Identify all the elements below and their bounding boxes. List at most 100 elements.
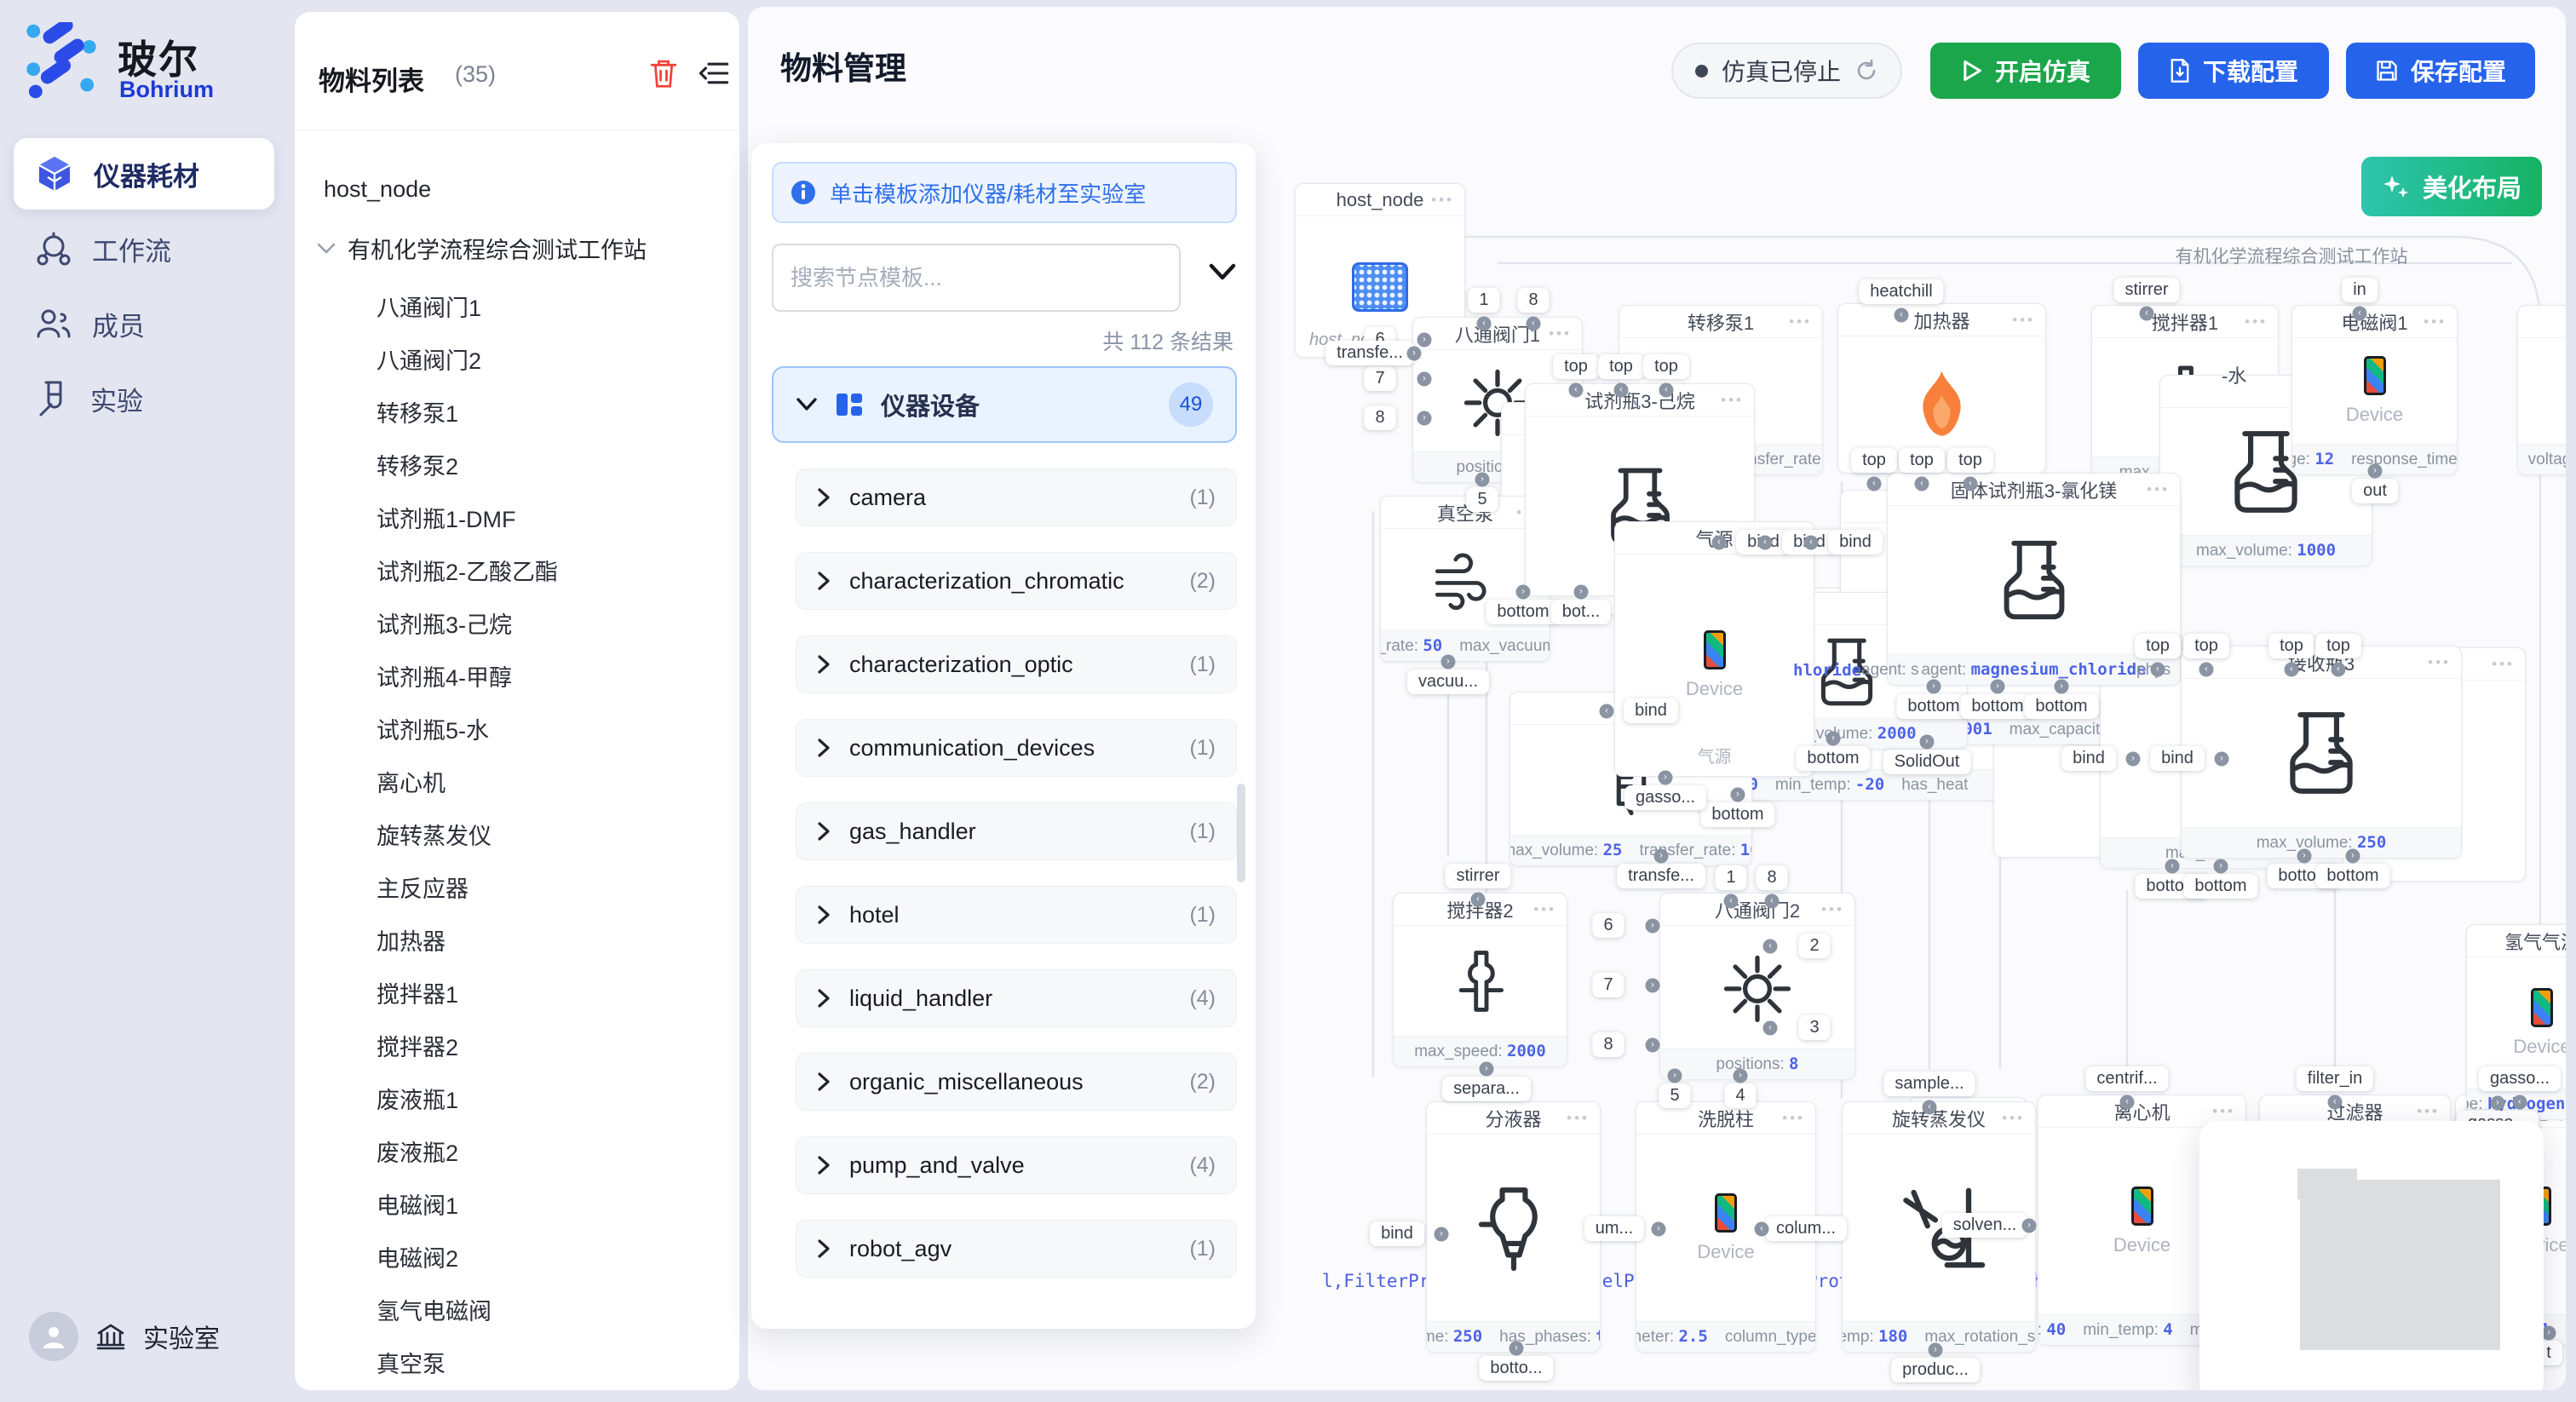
port-bubble[interactable]: ‹ [2513,1095,2527,1110]
port-bubble[interactable]: ‹ [1471,893,1486,907]
node-menu-icon[interactable]: ••• [2428,646,2451,679]
canvas-node[interactable]: voltage: 12 [2517,305,2566,475]
template-row-communication_devices[interactable]: communication_devices(1) [796,719,1237,777]
port-bubble[interactable]: ‹ [1477,317,1492,331]
port-bubble[interactable]: ‹ [1600,704,1614,719]
port-bubble[interactable]: › [2214,859,2228,874]
port-bubble[interactable]: › [1646,919,1660,934]
port-bubble[interactable]: ‹ [1763,1021,1778,1036]
category-instruments[interactable]: 仪器设备 49 [772,366,1237,443]
node-menu-icon[interactable]: ••• [1431,184,1454,216]
port-bubble[interactable]: › [1927,680,1941,694]
tree-item[interactable]: 八通阀门1 [377,290,481,323]
port-bubble[interactable]: ‹ [2199,663,2214,677]
template-row-organic_miscellaneous[interactable]: organic_miscellaneous(2) [796,1053,1237,1111]
trash-icon[interactable] [649,58,678,89]
tree-item[interactable]: 氢气电磁阀 [377,1293,492,1326]
node-menu-icon[interactable]: ••• [2492,648,2515,681]
user-avatar[interactable] [29,1312,78,1361]
sidebar-item-1[interactable]: 仪器耗材 [14,138,274,210]
port-bubble[interactable]: ‹ [2120,1095,2135,1110]
port-bubble[interactable]: ‹ [1867,477,1882,491]
node-menu-icon[interactable]: ••• [2424,306,2447,338]
tree-item[interactable]: 加热器 [377,923,446,957]
sidebar-item-4[interactable]: 实验 [14,363,274,434]
port-bubble[interactable]: › [2346,849,2360,864]
port-bubble[interactable]: ‹ [1765,894,1780,909]
tree-item[interactable]: 试剂瓶3-己烷 [377,606,512,640]
canvas-node-气源[interactable]: 气源•••Device气源 [1614,521,1814,777]
tree-item[interactable]: 真空泵 [377,1346,446,1379]
port-bubble[interactable]: ‹ [1964,477,1978,491]
port-bubble[interactable]: › [1659,771,1673,785]
port-bubble[interactable]: › [2368,464,2383,479]
port-bubble[interactable]: › [2165,859,2180,874]
port-bubble[interactable]: › [1417,411,1432,426]
port-bubble[interactable]: › [1920,735,1935,750]
tree-item-root[interactable]: host_node [324,176,431,203]
port-bubble[interactable]: ‹ [1923,1100,1937,1115]
tree-item[interactable]: 八通阀门2 [377,342,481,376]
panel-collapse-chevron-icon[interactable] [1208,262,1237,283]
node-menu-icon[interactable]: ••• [1782,1102,1805,1135]
tree-item[interactable]: 废液瓶2 [377,1135,458,1168]
port-bubble[interactable]: › [1668,1069,1682,1083]
port-bubble[interactable]: ‹ [1527,317,1541,331]
port-bubble[interactable]: › [1509,1342,1524,1356]
port-bubble[interactable]: › [1441,655,1456,669]
port-bubble[interactable]: ‹ [1724,894,1739,909]
tree-item[interactable]: 试剂瓶4-甲醇 [377,659,512,692]
port-bubble[interactable]: ‹ [1569,383,1584,398]
port-bubble[interactable]: ‹ [1614,383,1629,398]
port-bubble[interactable]: › [1475,473,1490,487]
tree-item[interactable]: 废液瓶1 [377,1082,458,1115]
tree-item[interactable]: 转移泵1 [377,395,458,428]
port-bubble[interactable]: › [2297,849,2312,864]
tree-item[interactable]: 搅拌器1 [377,976,458,1009]
port-bubble[interactable]: ‹ [1915,477,1929,491]
tree-item[interactable]: 旋转蒸发仪 [377,818,492,851]
node-menu-icon[interactable]: ••• [1549,318,1572,350]
port-bubble[interactable]: › [1731,788,1745,802]
tree-item[interactable]: 电磁阀2 [377,1240,458,1273]
template-row-characterization_chromatic[interactable]: characterization_chromatic(2) [796,552,1237,610]
port-bubble[interactable]: ‹ [2328,1095,2343,1110]
port-bubble[interactable]: › [1646,1038,1660,1053]
tree-group[interactable]: 有机化学流程综合测试工作站 [317,232,647,265]
port-bubble[interactable]: › [1417,372,1432,387]
port-bubble[interactable]: › [1435,1227,1449,1242]
tree-item[interactable]: 试剂瓶5-水 [377,712,489,745]
node-menu-icon[interactable]: ••• [1821,893,1844,926]
canvas-node-电磁阀1[interactable]: 电磁阀1•••Devicevoltage: 12response_time: 0… [2291,305,2458,475]
template-row-camera[interactable]: camera(1) [796,468,1237,526]
port-bubble[interactable]: › [1407,347,1422,361]
node-menu-icon[interactable]: ••• [1533,893,1556,926]
tree-item[interactable]: 电磁阀1 [377,1187,458,1221]
port-bubble[interactable]: › [1991,680,2005,694]
port-bubble[interactable]: ‹ [2285,663,2299,677]
port-bubble[interactable]: ‹ [1659,383,1674,398]
sidebar-item-3[interactable]: 成员 [14,288,274,359]
port-bubble[interactable]: › [1646,979,1660,993]
port-bubble[interactable]: › [2055,680,2069,694]
port-bubble[interactable]: › [1654,849,1669,864]
port-bubble[interactable]: › [1417,333,1432,348]
node-menu-icon[interactable]: ••• [1789,306,1812,338]
port-bubble[interactable]: ‹ [1758,536,1773,550]
port-bubble[interactable]: › [1480,1062,1494,1077]
port-bubble[interactable]: › [2491,1096,2505,1111]
template-row-pump_and_valve[interactable]: pump_and_valve(4) [796,1136,1237,1194]
node-menu-icon[interactable]: ••• [2147,474,2170,506]
node-menu-icon[interactable]: ••• [2245,306,2268,338]
node-menu-icon[interactable]: ••• [2002,1102,2025,1135]
canvas-node-八通阀门2[interactable]: 八通阀门2•••positions: 8 [1659,893,1855,1080]
port-bubble[interactable]: › [2542,1326,2556,1341]
canvas-node-分液器[interactable]: 分液器•••volume: 250has_phases: true [1426,1101,1601,1353]
sidebar-item-2[interactable]: 工作流 [14,213,274,284]
port-bubble[interactable]: ‹ [1804,536,1819,550]
port-bubble[interactable]: › [2126,752,2141,767]
tree-item[interactable]: 主反应器 [377,871,469,904]
node-menu-icon[interactable]: ••• [2012,304,2035,336]
port-bubble[interactable]: ‹ [1755,1222,1769,1237]
port-bubble[interactable]: › [2022,1219,2037,1233]
